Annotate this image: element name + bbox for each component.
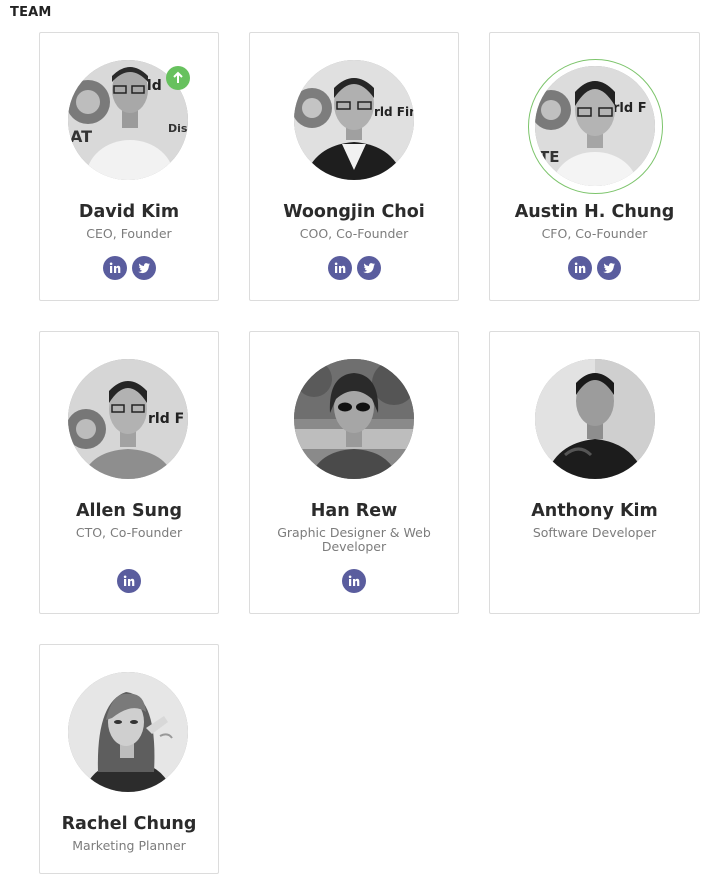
team-card-rachel-chung: Rachel Chung Marketing Planner	[39, 644, 219, 874]
twitter-icon[interactable]	[597, 256, 621, 280]
member-role: Software Developer	[532, 525, 657, 540]
social-links	[490, 256, 699, 280]
linkedin-icon[interactable]	[117, 569, 141, 593]
member-name: Anthony Kim	[531, 501, 658, 521]
member-name: Woongjin Choi	[283, 202, 425, 222]
avatar: rld F TE	[535, 66, 655, 186]
twitter-icon[interactable]	[356, 256, 381, 280]
member-name: Austin H. Chung	[514, 202, 675, 222]
section-title: TEAM	[10, 5, 52, 20]
linkedin-icon[interactable]	[327, 256, 352, 280]
member-role-line-2: Developer	[321, 539, 387, 554]
linkedin-icon[interactable]	[568, 256, 592, 280]
social-links	[40, 256, 218, 280]
team-card-woongjin-choi: rld First Woongjin Choi COO, Co-Founder	[249, 32, 459, 301]
social-links	[250, 569, 458, 593]
team-card-allen-sung: rld F Allen Sung CTO, Co-Founder	[39, 331, 219, 614]
avatar: rld F	[68, 359, 188, 479]
social-links	[250, 256, 458, 280]
member-name: David Kim	[78, 202, 180, 222]
member-role: CEO, Founder	[86, 226, 172, 241]
linkedin-icon[interactable]	[342, 569, 366, 593]
social-links	[40, 569, 218, 593]
svg-text:rld First: rld First	[374, 105, 414, 119]
svg-text:rld F: rld F	[148, 411, 184, 427]
avatar	[294, 359, 414, 479]
member-name: Allen Sung	[75, 501, 182, 521]
member-name: Rachel Chung	[61, 814, 197, 834]
team-card-david-kim: rld AT Dis David Kim CEO, Founder	[39, 32, 219, 301]
avatar: rld First	[294, 60, 414, 180]
svg-text:rld F: rld F	[613, 101, 647, 116]
avatar	[68, 672, 188, 792]
arrow-up-icon[interactable]	[166, 66, 190, 90]
team-card-austin-h-chung: rld F TE Austin H. Chung CFO, Co-Founder	[489, 32, 700, 301]
team-card-anthony-kim: Anthony Kim Software Developer	[489, 331, 700, 614]
member-role: CFO, Co-Founder	[541, 226, 648, 241]
svg-text:Dis: Dis	[168, 122, 188, 135]
member-role: CTO, Co-Founder	[75, 525, 183, 540]
team-card-han-rew: Graphic Designer & Web Developer Han Rew	[249, 331, 459, 614]
linkedin-icon[interactable]	[102, 256, 127, 280]
twitter-icon[interactable]	[131, 256, 156, 280]
avatar	[535, 359, 655, 479]
svg-text:AT: AT	[70, 127, 92, 146]
member-role: COO, Co-Founder	[299, 226, 409, 241]
member-name: Han Rew	[310, 501, 398, 521]
member-role: Marketing Planner	[72, 838, 186, 853]
member-role-line-1: Graphic Designer & Web	[277, 525, 431, 540]
